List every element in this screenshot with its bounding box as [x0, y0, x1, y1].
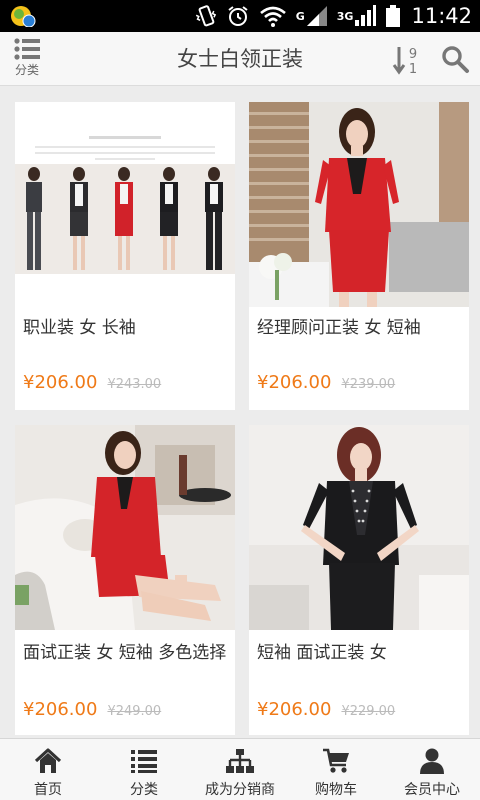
product-image[interactable] [15, 425, 235, 630]
black-suit-image [249, 425, 469, 630]
status-bar: G 3G 11:42 [0, 0, 480, 32]
original-price: ¥239.00 [341, 377, 396, 392]
home-icon [34, 748, 62, 773]
network-3g-label: 3G [336, 9, 354, 23]
app-notification-icon [11, 6, 36, 27]
battery-icon [386, 5, 401, 27]
product-name[interactable]: 职业装 女 长袖 [23, 314, 227, 342]
svg-text:1: 1 [409, 62, 417, 76]
product-name[interactable]: 经理顾问正装 女 短袖 [257, 314, 461, 342]
top-app-bar: 分类 女士白领正装 9 1 [0, 32, 480, 86]
nav-become-distributor[interactable]: 成为分销商 [192, 739, 288, 800]
product-price: ¥206.00 [257, 372, 332, 393]
nav-home-label: 首页 [34, 782, 62, 798]
product-card[interactable]: 面试正装 女 短袖 多色选择 ¥206.00 ¥249.00 [15, 425, 235, 735]
original-price: ¥229.00 [341, 704, 396, 719]
red-suit-office-image [249, 102, 469, 307]
product-card[interactable]: 职业装 女 长袖 ¥206.00 ¥243.00 [15, 102, 235, 410]
nav-cart[interactable]: 购物车 [288, 739, 384, 800]
list-icon [131, 750, 157, 773]
product-image[interactable] [15, 102, 235, 307]
cart-icon [323, 748, 349, 773]
product-grid: 职业装 女 长袖 ¥206.00 ¥243.00 经理顾问正装 女 短袖 ¥20… [0, 86, 480, 738]
nav-member-center[interactable]: 会员中心 [384, 739, 480, 800]
price-row: ¥206.00 ¥239.00 [257, 372, 461, 393]
red-suit-sofa-image [15, 425, 235, 630]
nav-category[interactable]: 分类 [96, 739, 192, 800]
bottom-navigation: 首页 分类 成为分销商 购物车 会员中心 [0, 738, 480, 800]
user-icon [420, 748, 444, 774]
original-price: ¥249.00 [107, 704, 162, 719]
product-card[interactable]: 经理顾问正装 女 短袖 ¥206.00 ¥239.00 [249, 102, 469, 410]
product-price: ¥206.00 [23, 699, 98, 720]
product-image[interactable] [249, 425, 469, 630]
nav-cart-label: 购物车 [315, 782, 357, 798]
price-row: ¥206.00 ¥249.00 [23, 699, 227, 720]
nav-member-center-label: 会员中心 [404, 782, 460, 798]
product-image[interactable] [249, 102, 469, 307]
product-card[interactable]: 短袖 面试正装 女 ¥206.00 ¥229.00 [249, 425, 469, 735]
clock: 11:42 [411, 4, 472, 28]
wifi-icon [259, 6, 286, 27]
price-row: ¥206.00 ¥243.00 [23, 372, 227, 393]
product-name[interactable]: 面试正装 女 短袖 多色选择 [23, 639, 227, 667]
vibrate-icon [195, 5, 216, 27]
nav-home[interactable]: 首页 [0, 739, 96, 800]
product-name[interactable]: 短袖 面试正装 女 [257, 639, 461, 667]
price-row: ¥206.00 ¥229.00 [257, 699, 461, 720]
suits-collage-image [15, 102, 235, 307]
product-price: ¥206.00 [23, 372, 98, 393]
signal-bars-icon [355, 5, 377, 26]
network-type-label: G [295, 9, 305, 23]
svg-text:9: 9 [409, 47, 417, 62]
original-price: ¥243.00 [107, 377, 162, 392]
search-icon[interactable] [440, 44, 470, 74]
nav-category-label: 分类 [130, 782, 158, 798]
product-price: ¥206.00 [257, 699, 332, 720]
nav-become-distributor-label: 成为分销商 [205, 782, 275, 798]
sort-9-1-icon[interactable]: 9 1 [392, 44, 422, 76]
alarm-icon [228, 6, 248, 26]
signal-icon [306, 6, 327, 26]
sitemap-icon [226, 749, 254, 773]
